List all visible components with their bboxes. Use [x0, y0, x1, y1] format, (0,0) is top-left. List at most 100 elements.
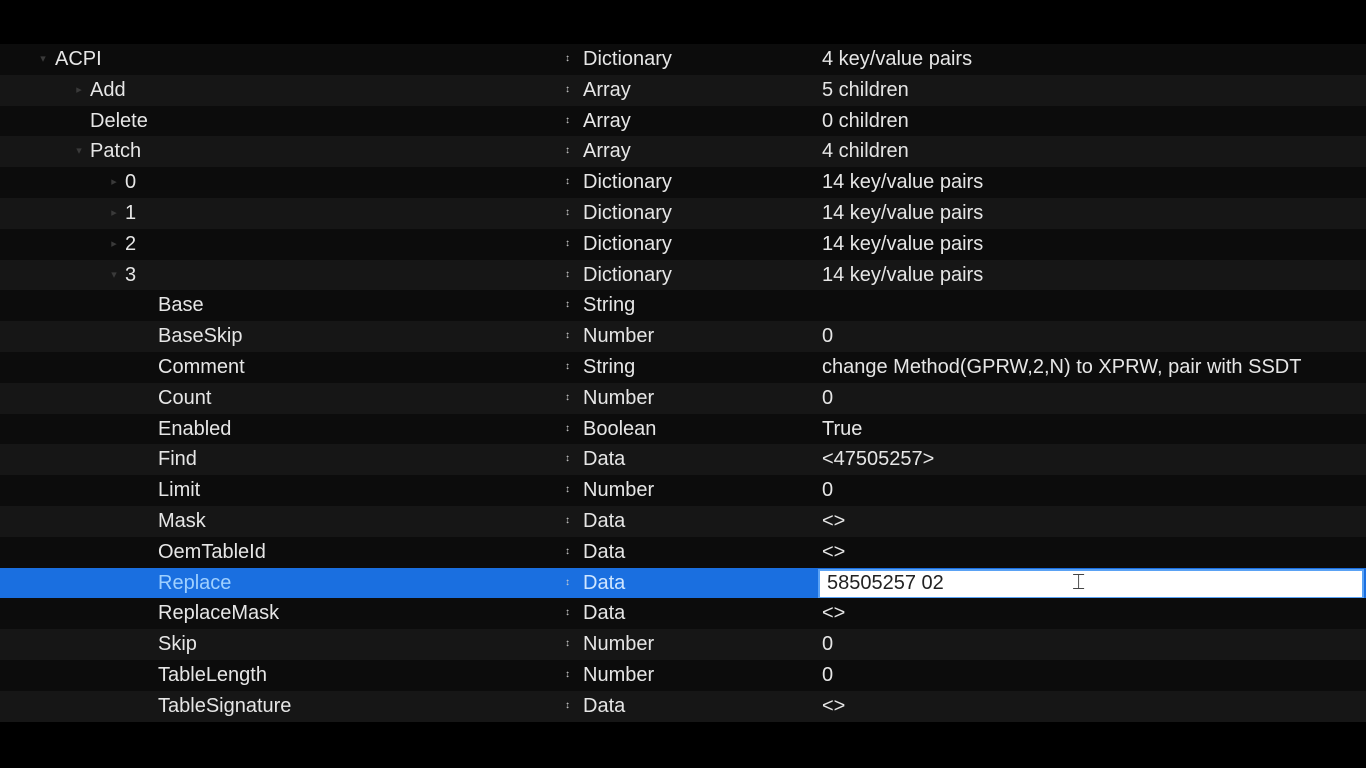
- row-type-popup[interactable]: ↕ Number: [565, 321, 654, 352]
- row-value[interactable]: True: [822, 414, 1366, 445]
- up-down-stepper-icon[interactable]: ↕: [565, 598, 573, 629]
- row-value[interactable]: 14 key/value pairs: [822, 229, 1366, 260]
- row-type-popup[interactable]: ↕ Array: [565, 106, 631, 137]
- row-key[interactable]: 3: [125, 260, 136, 291]
- outline-row-count[interactable]: Count ↕ Number 0: [0, 382, 1366, 414]
- up-down-stepper-icon[interactable]: ↕: [565, 321, 573, 352]
- row-value[interactable]: <>: [822, 537, 1366, 568]
- outline-row-replacemask[interactable]: ReplaceMask ↕ Data <>: [0, 598, 1366, 630]
- value-edit-field[interactable]: [818, 568, 1364, 599]
- outline-row-tablesignature[interactable]: TableSignature ↕ Data <>: [0, 690, 1366, 722]
- outline-row-base[interactable]: Base ↕ String: [0, 290, 1366, 322]
- chevron-down-icon[interactable]: ▾: [107, 260, 121, 291]
- row-key[interactable]: 0: [125, 167, 136, 198]
- row-type-popup[interactable]: ↕ Data: [565, 537, 625, 568]
- row-key[interactable]: OemTableId: [158, 537, 266, 568]
- row-value[interactable]: 0: [822, 321, 1366, 352]
- outline-row-0[interactable]: ▸ 0 ↕ Dictionary 14 key/value pairs: [0, 167, 1366, 198]
- row-value[interactable]: <>: [822, 506, 1366, 537]
- chevron-right-icon[interactable]: ▸: [72, 75, 86, 106]
- row-type-popup[interactable]: ↕ Number: [565, 660, 654, 691]
- up-down-stepper-icon[interactable]: ↕: [565, 475, 573, 506]
- row-key[interactable]: Mask: [158, 506, 206, 537]
- outline-row-mask[interactable]: Mask ↕ Data <>: [0, 505, 1366, 537]
- row-key[interactable]: Count: [158, 383, 211, 414]
- row-type-popup[interactable]: ↕ Number: [565, 475, 654, 506]
- row-value[interactable]: <>: [822, 598, 1366, 629]
- row-key[interactable]: Find: [158, 444, 197, 475]
- row-value[interactable]: <>: [822, 691, 1366, 722]
- row-type-popup[interactable]: ↕ Data: [565, 691, 625, 722]
- row-key[interactable]: Base: [158, 290, 204, 321]
- up-down-stepper-icon[interactable]: ↕: [565, 691, 573, 722]
- outline-row-tablelength[interactable]: TableLength ↕ Number 0: [0, 659, 1366, 691]
- row-key[interactable]: Add: [90, 75, 126, 106]
- outline-row-delete[interactable]: Delete ↕ Array 0 children: [0, 105, 1366, 137]
- row-type-popup[interactable]: ↕ Number: [565, 629, 654, 660]
- row-key[interactable]: TableLength: [158, 660, 267, 691]
- row-key[interactable]: BaseSkip: [158, 321, 243, 352]
- up-down-stepper-icon[interactable]: ↕: [565, 352, 573, 383]
- up-down-stepper-icon[interactable]: ↕: [565, 260, 573, 291]
- outline-row-find[interactable]: Find ↕ Data <47505257>: [0, 444, 1366, 476]
- outline-row-1[interactable]: ▸ 1 ↕ Dictionary 14 key/value pairs: [0, 197, 1366, 229]
- row-key[interactable]: ACPI: [55, 44, 102, 75]
- outline-row-add[interactable]: ▸ Add ↕ Array 5 children: [0, 74, 1366, 106]
- up-down-stepper-icon[interactable]: ↕: [565, 44, 573, 75]
- row-key[interactable]: Comment: [158, 352, 245, 383]
- up-down-stepper-icon[interactable]: ↕: [565, 660, 573, 691]
- row-value[interactable]: 0: [822, 475, 1366, 506]
- row-type-popup[interactable]: ↕ Dictionary: [565, 198, 672, 229]
- row-value[interactable]: 0 children: [822, 106, 1366, 137]
- chevron-down-icon[interactable]: ▾: [36, 44, 50, 75]
- row-value[interactable]: 4 key/value pairs: [822, 44, 1366, 75]
- row-key[interactable]: ReplaceMask: [158, 598, 279, 629]
- up-down-stepper-icon[interactable]: ↕: [565, 506, 573, 537]
- row-type-popup[interactable]: ↕ Data: [565, 506, 625, 537]
- row-value[interactable]: 4 children: [822, 136, 1366, 167]
- up-down-stepper-icon[interactable]: ↕: [565, 167, 573, 198]
- outline-row-acpi[interactable]: ▾ ACPI ↕ Dictionary 4 key/value pairs: [0, 44, 1366, 75]
- up-down-stepper-icon[interactable]: ↕: [565, 383, 573, 414]
- row-value[interactable]: 14 key/value pairs: [822, 260, 1366, 291]
- outline-row-2[interactable]: ▸ 2 ↕ Dictionary 14 key/value pairs: [0, 228, 1366, 260]
- row-key[interactable]: Enabled: [158, 414, 231, 445]
- up-down-stepper-icon[interactable]: ↕: [565, 629, 573, 660]
- row-value[interactable]: 0: [822, 629, 1366, 660]
- row-type-popup[interactable]: ↕ Dictionary: [565, 167, 672, 198]
- outline-row-enabled[interactable]: Enabled ↕ Boolean True: [0, 413, 1366, 445]
- up-down-stepper-icon[interactable]: ↕: [565, 229, 573, 260]
- row-type-popup[interactable]: ↕ String: [565, 290, 635, 321]
- chevron-right-icon[interactable]: ▸: [107, 167, 121, 198]
- up-down-stepper-icon[interactable]: ↕: [565, 106, 573, 137]
- chevron-right-icon[interactable]: ▸: [107, 198, 121, 229]
- up-down-stepper-icon[interactable]: ↕: [565, 198, 573, 229]
- row-type-popup[interactable]: ↕ String: [565, 352, 635, 383]
- row-value[interactable]: change Method(GPRW,2,N) to XPRW, pair wi…: [822, 352, 1366, 383]
- up-down-stepper-icon[interactable]: ↕: [565, 568, 573, 599]
- row-type-popup[interactable]: ↕ Dictionary: [565, 260, 672, 291]
- row-key[interactable]: 2: [125, 229, 136, 260]
- up-down-stepper-icon[interactable]: ↕: [565, 414, 573, 445]
- row-type-popup[interactable]: ↕ Data: [565, 444, 625, 475]
- row-type-popup[interactable]: ↕ Number: [565, 383, 654, 414]
- outline-row-comment[interactable]: Comment ↕ String change Method(GPRW,2,N) to…: [0, 351, 1366, 383]
- outline-row-baseskip[interactable]: BaseSkip ↕ Number 0: [0, 321, 1366, 352]
- up-down-stepper-icon[interactable]: ↕: [565, 136, 573, 167]
- up-down-stepper-icon[interactable]: ↕: [565, 290, 573, 321]
- row-key[interactable]: 1: [125, 198, 136, 229]
- outline-row-patch[interactable]: ▾ Patch ↕ Array 4 children: [0, 136, 1366, 168]
- row-type-popup[interactable]: ↕ Data: [565, 598, 625, 629]
- row-key[interactable]: Patch: [90, 136, 141, 167]
- row-key[interactable]: Replace: [158, 568, 231, 599]
- outline-row-skip[interactable]: Skip ↕ Number 0: [0, 629, 1366, 660]
- row-type-popup[interactable]: ↕ Data: [565, 568, 625, 599]
- outline-row-limit[interactable]: Limit ↕ Number 0: [0, 475, 1366, 506]
- row-type-popup[interactable]: ↕ Dictionary: [565, 44, 672, 75]
- up-down-stepper-icon[interactable]: ↕: [565, 75, 573, 106]
- row-value[interactable]: 14 key/value pairs: [822, 167, 1366, 198]
- row-type-popup[interactable]: ↕ Array: [565, 75, 631, 106]
- chevron-right-icon[interactable]: ▸: [107, 229, 121, 260]
- up-down-stepper-icon[interactable]: ↕: [565, 444, 573, 475]
- row-key[interactable]: Delete: [90, 106, 148, 137]
